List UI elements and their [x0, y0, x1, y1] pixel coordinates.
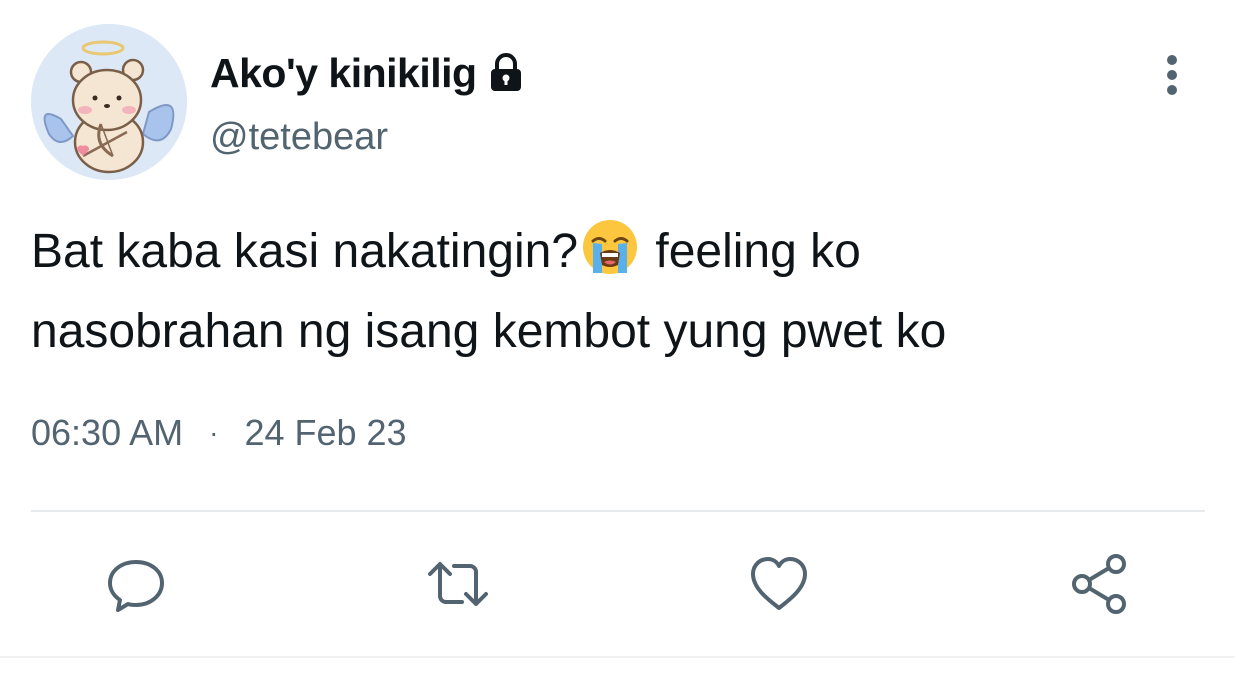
retweet-button[interactable]	[426, 552, 490, 616]
tweet-timestamp: 06:30 AM · 24 Feb 23	[31, 412, 407, 454]
reply-button[interactable]	[104, 552, 168, 616]
tweet-text-line-2: nasobrahan ng isang kembot yung pwet ko	[31, 305, 947, 358]
display-name[interactable]: Ako'y kinikilig	[210, 50, 477, 97]
user-handle[interactable]: @tetebear	[210, 116, 388, 159]
tweet-text-part-2: feeling ko	[642, 225, 861, 278]
tweet-date[interactable]: 24 Feb 23	[244, 412, 406, 454]
tweet-time[interactable]: 06:30 AM	[31, 412, 183, 454]
bear-angel-icon	[31, 24, 187, 180]
tweet-text-part-1: Bat kaba kasi nakatingin?	[31, 225, 579, 278]
meta-separator: ·	[209, 417, 219, 448]
share-icon	[1072, 554, 1126, 614]
more-options-icon[interactable]	[1152, 52, 1192, 98]
tweet-text: Bat kaba kasi nakatingin? feeling ko nas…	[31, 212, 1191, 372]
like-button[interactable]	[747, 552, 811, 616]
tweet-text-line-1: Bat kaba kasi nakatingin? feeling ko	[31, 212, 1191, 292]
heart-icon	[751, 557, 807, 610]
display-name-row: Ako'y kinikilig	[210, 46, 529, 100]
retweet-icon	[428, 562, 488, 606]
share-button[interactable]	[1068, 552, 1132, 616]
loudly-crying-face-icon	[580, 217, 640, 277]
bottom-divider	[0, 656, 1235, 658]
comment-icon	[108, 560, 164, 612]
lock-icon	[483, 50, 529, 96]
tweet-card: Ako'y kinikilig @tetebear Bat kaba kasi …	[0, 0, 1235, 675]
divider	[31, 510, 1205, 512]
avatar[interactable]	[31, 24, 187, 180]
